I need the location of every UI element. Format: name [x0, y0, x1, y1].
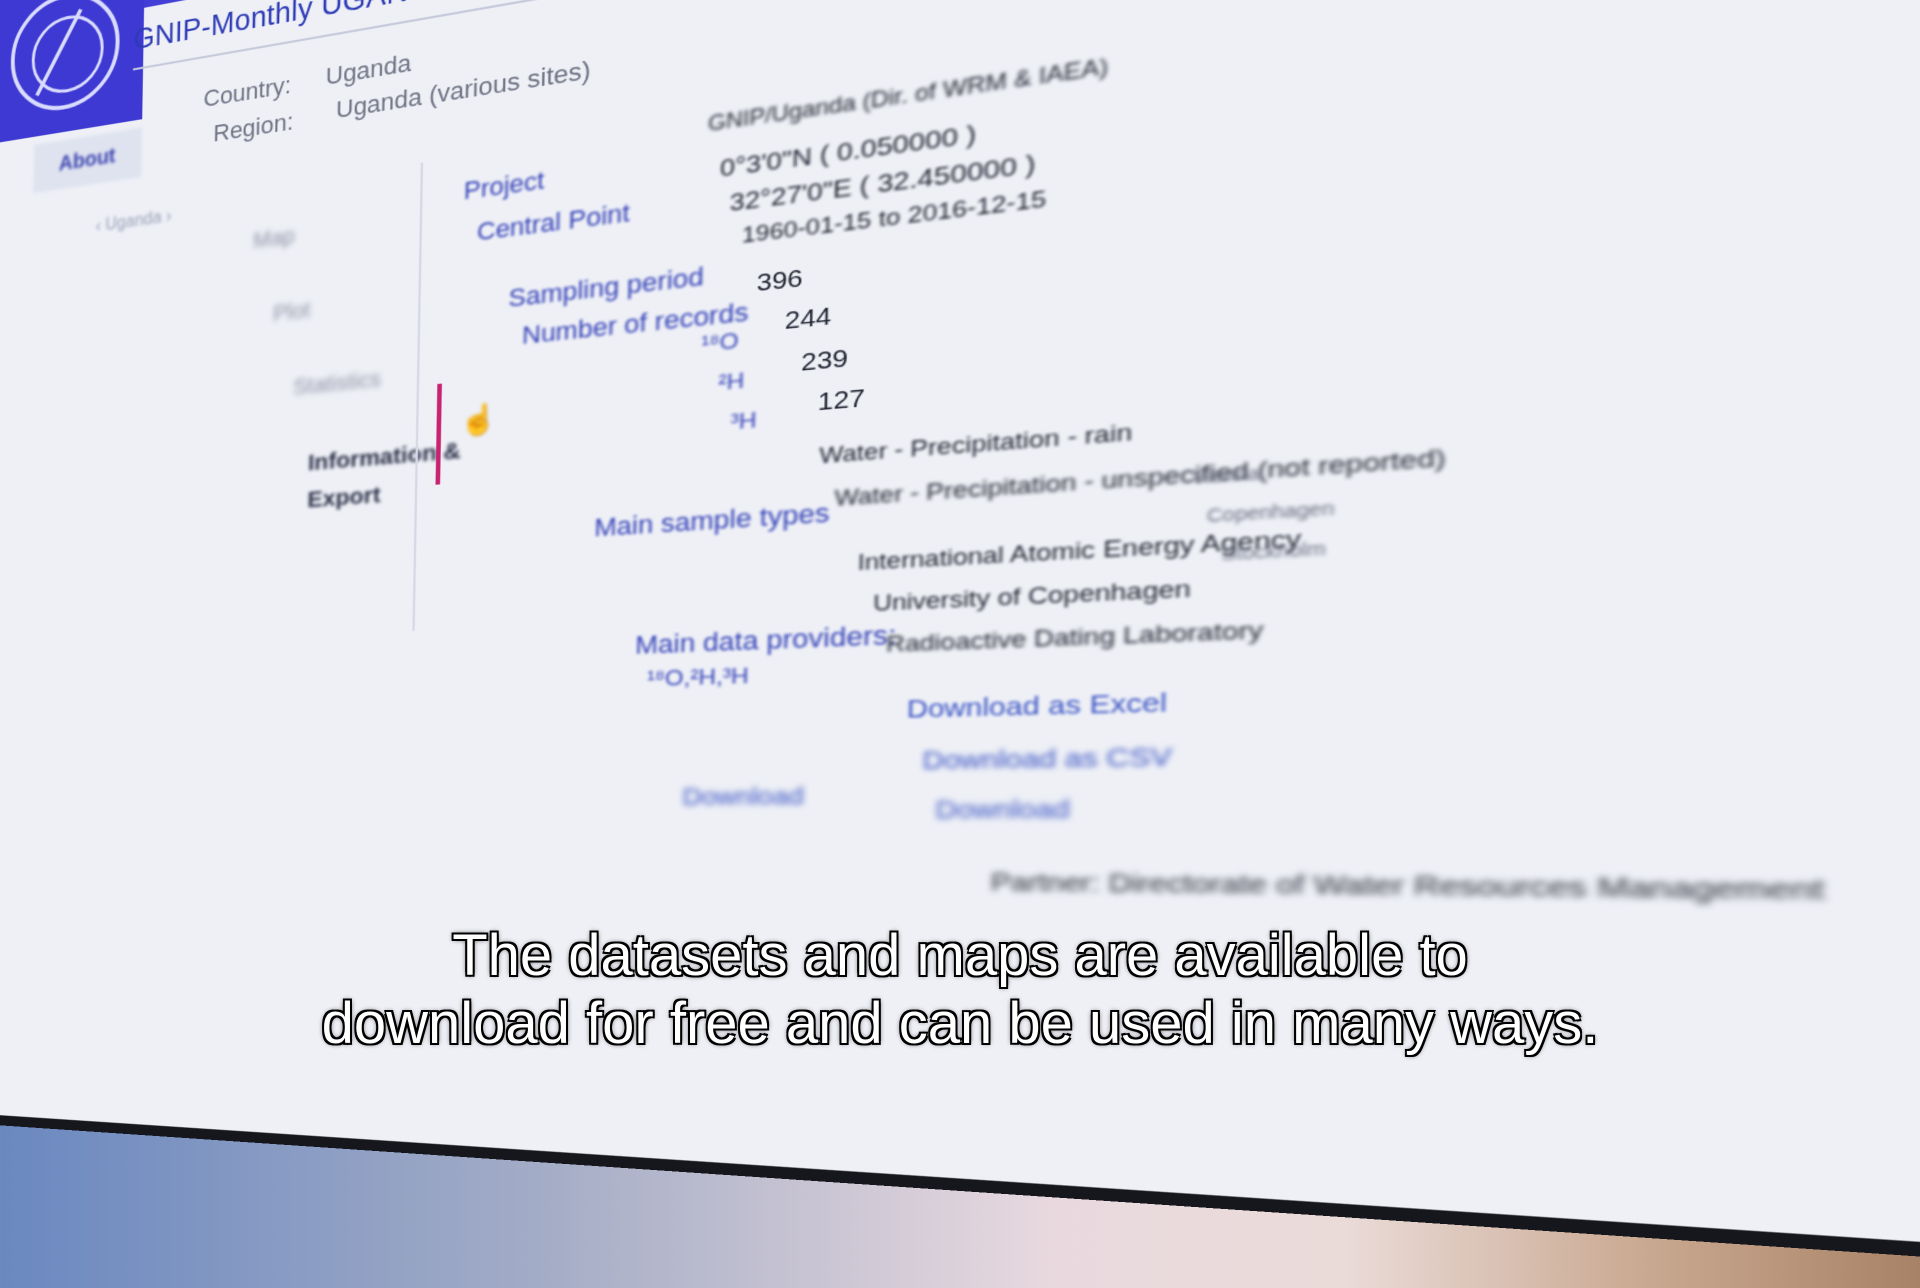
region-label: Region: [213, 107, 294, 148]
breadcrumb-label: Uganda [105, 208, 162, 235]
project-value: GNIP/Uganda (Dir. of WRM & IAEA) [707, 53, 1109, 136]
country-value: Uganda [325, 48, 412, 91]
tab-about[interactable]: About [33, 127, 142, 194]
sample-types-label: Main sample types [593, 497, 830, 543]
nav-item-plot[interactable]: Plot [273, 298, 310, 327]
provider-city: Copenhagen [1206, 497, 1335, 526]
provider-item: University of Copenhagen [872, 576, 1192, 617]
providers-label: Main data providers: [634, 619, 897, 660]
o18-value: 244 [784, 302, 832, 335]
o18-label: ¹⁸O [701, 328, 740, 358]
country-label: Country: [203, 71, 292, 113]
nav-item-information-export[interactable]: Information & Export [307, 432, 465, 519]
provider-city: Vienna [1192, 462, 1261, 488]
central-point-label: Central Point [476, 197, 631, 247]
download-excel-link[interactable]: Download as Excel [907, 688, 1168, 725]
subtitle-line-2: download for free and can be used in man… [321, 991, 1599, 1056]
sample-type-item: Water - Precipitation - rain [819, 419, 1133, 470]
nav-item-map[interactable]: Map [253, 224, 295, 254]
hand-cursor-icon: ☝ [459, 400, 498, 439]
h3-value: 127 [817, 384, 866, 417]
nav-item-statistics[interactable]: Statistics [293, 367, 381, 401]
breadcrumb[interactable]: ‹ Uganda › [96, 207, 172, 236]
subtitle-line-1: The datasets and maps are available to [452, 923, 1468, 988]
partner-text: Partner: Directorate of Water Resources … [990, 868, 1825, 907]
project-label: Project [463, 165, 545, 206]
h2-label: ²H [718, 368, 745, 397]
h3-label: ³H [730, 408, 757, 436]
logo-panel [0, 0, 146, 143]
nav-divider [412, 162, 424, 632]
video-subtitle: The datasets and maps are available to d… [0, 922, 1920, 1058]
laptop-screen: About ‹ Uganda › GNIP-Monthly UGANDA: EN… [0, 0, 1920, 1288]
records-value: 396 [756, 264, 804, 298]
download-link[interactable]: Download [935, 795, 1070, 826]
provider-item: Radioactive Dating Laboratory [885, 617, 1264, 659]
h2-value: 239 [800, 344, 849, 377]
download-link-left[interactable]: Download [682, 783, 804, 812]
provider-city: Stockholm [1221, 537, 1326, 565]
download-csv-link[interactable]: Download as CSV [922, 743, 1172, 777]
providers-isotopes: ¹⁸O,²H,³H [646, 663, 750, 692]
un-emblem-icon[interactable] [9, 0, 121, 119]
